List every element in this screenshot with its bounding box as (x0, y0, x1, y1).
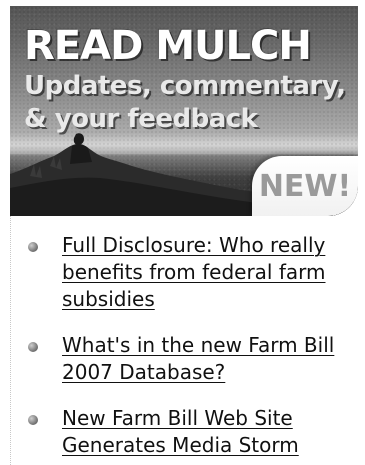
list-item: New Farm Bill Web Site Generates Media S… (28, 405, 350, 459)
bullet-icon (28, 342, 38, 352)
bullet-icon (28, 242, 38, 252)
bullet-icon (28, 415, 38, 425)
new-badge-label: NEW! (258, 168, 352, 204)
list-item: Full Disclosure: Who really benefits fro… (28, 232, 350, 313)
left-divider (10, 216, 11, 465)
new-badge[interactable]: NEW! (252, 156, 358, 216)
banner-title: READ MULCH (24, 23, 312, 69)
news-link-farm-bill-database[interactable]: What's in the new Farm Bill 2007 Databas… (62, 332, 350, 386)
list-item: What's in the new Farm Bill 2007 Databas… (28, 332, 350, 386)
news-link-media-storm[interactable]: New Farm Bill Web Site Generates Media S… (62, 405, 350, 459)
banner-subtitle: Updates, commentary, & your feedback (24, 71, 346, 134)
read-mulch-banner[interactable]: READ MULCH Updates, commentary, & your f… (10, 6, 358, 216)
news-list: Full Disclosure: Who really benefits fro… (28, 232, 350, 465)
news-link-full-disclosure[interactable]: Full Disclosure: Who really benefits fro… (62, 232, 350, 313)
